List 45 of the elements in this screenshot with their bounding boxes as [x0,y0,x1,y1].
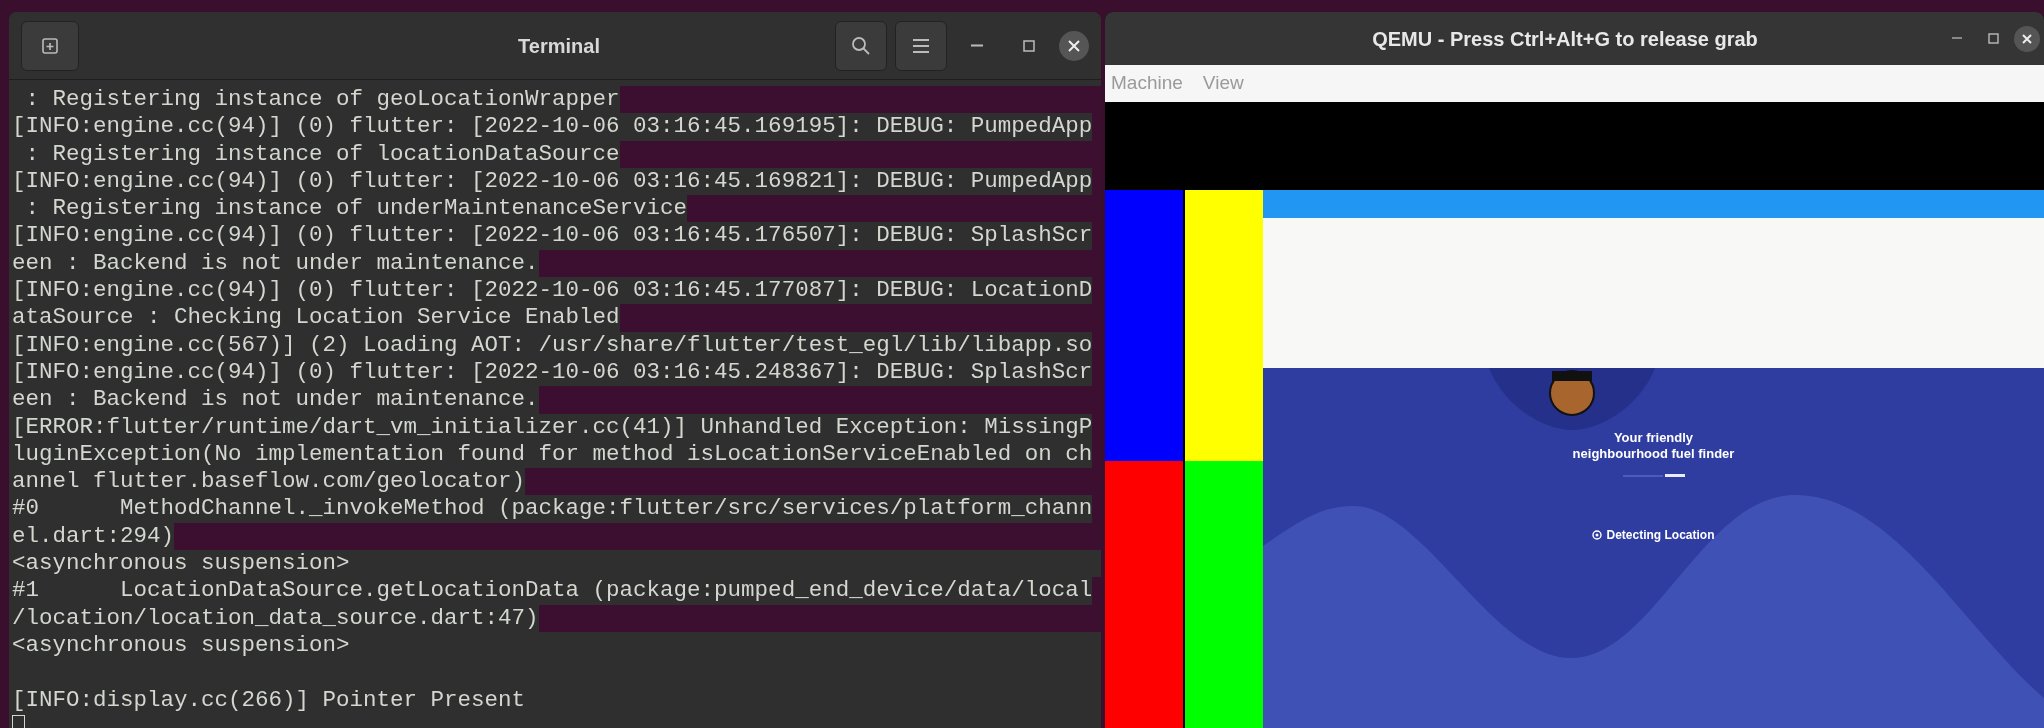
status-text: Detecting Location [1606,527,1715,544]
menu-icon [912,38,930,53]
terminal-line: [ERROR:flutter/runtime/dart_vm_initializer.cc(41)] Unhandled Exception: MissingP [12,413,1093,441]
terminal-line: <asynchronous suspension> [12,631,350,660]
new-tab-button[interactable] [21,20,79,71]
terminal-line: [INFO:display.cc(266)] Pointer Present [12,686,526,714]
terminal-line: luginException(No implementation found for method isLocationServiceEnabled on ch [12,440,1093,469]
terminal-line: annel flutter.baseflow.com/geolocator) [12,468,526,496]
window-title: Terminal [517,33,601,59]
terminal-line: [INFO:engine.cc(567)] (2) Loading AOT: /usr/share/flutter/test_egl/lib/libapp.so [12,331,1093,359]
terminal-line: #0 MethodChannel._invokeMethod (package:flutter/src/services/platform_chann [12,495,1093,523]
tagline-text: neighbourhood fuel finder [1572,446,1735,462]
terminal-line: een : Backend is not under maintenance. [12,386,539,414]
page-indicator-drawing [1622,474,1685,478]
minimize-icon [1952,37,1962,40]
close-button[interactable] [1059,30,1089,61]
terminal-line: [INFO:engine.cc(94)] (0) flutter: [2022-10-06 03:16:45.169821]: DEBUG: PumpedApp [12,167,1093,196]
maximize-icon [1023,39,1035,52]
terminal-line: : Registering instance of underMaintenanceService [24,195,688,223]
terminal-line: : Registering instance of locationDataSource [24,140,620,168]
location-icon [1592,530,1603,540]
terminal-line: el.dart:294) [12,522,175,551]
maximize-icon [1987,33,1999,44]
terminal-line: een : Backend is not under maintenance. [12,249,539,278]
new-tab-icon [41,36,59,55]
close-button[interactable] [2014,25,2040,52]
terminal-line: [INFO:engine.cc(94)] (0) flutter: [2022-10-06 03:16:45.169195]: DEBUG: PumpedApp [12,113,1093,141]
terminal-line: [INFO:engine.cc(94)] (0) flutter: [2022-10-06 03:16:45.177087]: DEBUG: LocationD [12,277,1093,305]
terminal-line: #1 LocationDataSource.getLocationData (package:pumped_end_device/data/local [12,577,1093,605]
terminal-line: [INFO:engine.cc(94)] (0) flutter: [2022-10-06 03:16:45.176507]: DEBUG: SplashScr [12,222,1093,250]
close-icon [2022,33,2032,44]
window-title: QEMU - Press Ctrl+Alt+G to release grab [1371,26,1759,52]
terminal-line: <asynchronous suspension> [12,550,350,578]
search-icon [851,35,871,56]
menu-button[interactable] [895,20,947,71]
menu-item[interactable]: Machine [1111,69,1183,98]
tagline-text: Your friendly [1613,430,1694,446]
terminal-line: : Registering instance of geoLocationWrapper [24,86,620,114]
terminal-line: [INFO:engine.cc(94)] (0) flutter: [2022-10-06 03:16:45.248367]: DEBUG: SplashScr [12,358,1093,387]
terminal-line: /location/location_data_source.dart:47) [12,604,539,632]
menu-item[interactable]: View [1202,69,1244,98]
minimize-icon [971,44,983,47]
close-icon [1068,39,1080,52]
terminal-line: ataSource : Checking Location Service Enabled [12,304,620,332]
search-button[interactable] [835,20,887,71]
